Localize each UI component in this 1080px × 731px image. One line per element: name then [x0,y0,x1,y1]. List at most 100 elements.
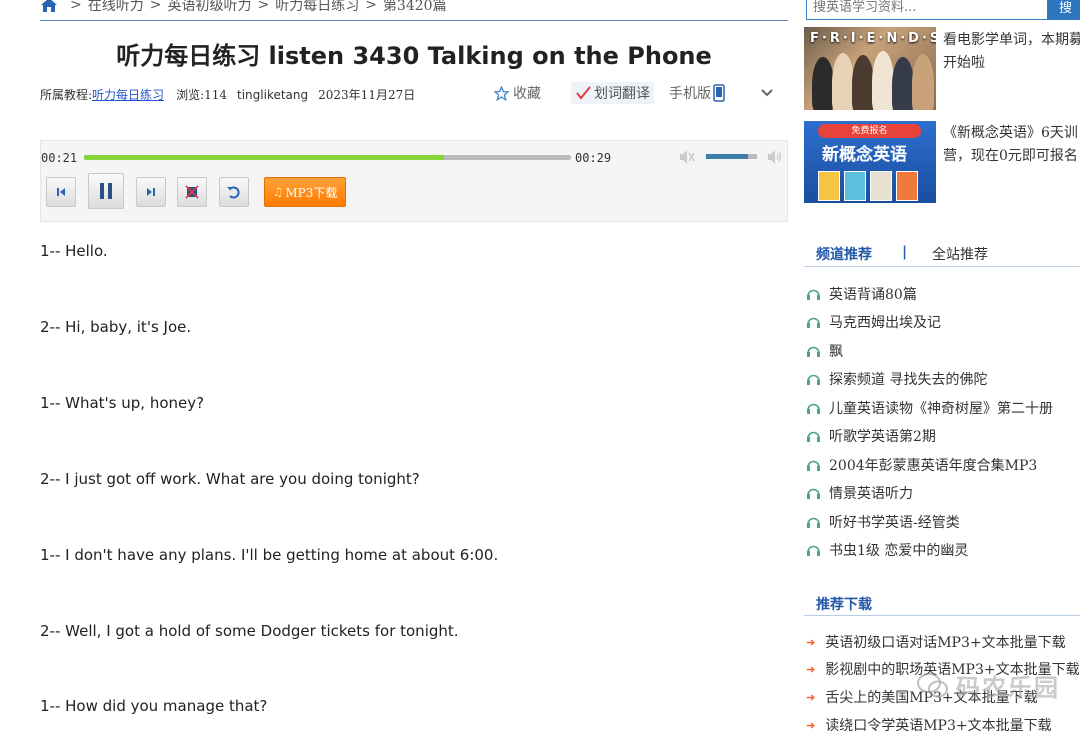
arrow-right-icon: ➜ [806,718,816,731]
current-time: 00:21 [41,151,78,165]
list-item-label: 探索频道 寻找失去的佛陀 [829,372,988,388]
progress-bar[interactable] [84,155,571,160]
ad-figure [912,54,934,110]
nce-ad-link[interactable]: 《新概念英语》6天训营，现在0元即可报名 [943,122,1080,168]
nce-ad-image[interactable]: 免费报名 新概念英语 [804,121,936,203]
headphones-icon [807,346,820,357]
headphones-icon [807,289,820,300]
list-item-label: 情景英语听力 [829,486,913,502]
search-input[interactable] [806,0,1047,20]
transcript-line: 2-- I just got off work. What are you do… [40,470,420,488]
breadcrumb-separator: > [149,0,162,13]
article-meta: 所属教程: 听力每日练习 浏览:114 tingliketang 2023年11… [40,86,425,103]
duration: 00:29 [575,151,612,165]
breadcrumb: > 在线听力 > 英语初级听力 > 听力每日练习 > 第3420篇 [40,0,447,16]
page-title: 听力每日练习 listen 3430 Talking on the Phone [116,42,712,70]
volume-max-icon[interactable] [766,148,784,166]
star-icon [494,85,509,101]
tab-divider: | [902,244,908,260]
friends-ad-image[interactable]: F·R·I·E·N·D·S [804,27,936,110]
mobile-version-link[interactable]: 手机版 [669,82,725,104]
recommend-tabs: 频道推荐 | 全站推荐 [804,242,1080,267]
list-item-label: 飘 [829,344,843,360]
tab-channel-recommend[interactable]: 频道推荐 [816,244,872,264]
breadcrumb-item-online-listening[interactable]: 在线听力 [88,0,144,15]
list-item-label: 马克西姆出埃及记 [829,315,941,331]
next-button[interactable] [136,177,166,207]
headphones-icon [807,517,820,528]
list-item[interactable]: 情景英语听力 [806,483,913,503]
category-link[interactable]: 听力每日练习 [92,86,164,103]
list-item[interactable]: 探索频道 寻找失去的佛陀 [806,369,987,389]
category-label: 所属教程: [40,88,93,102]
arrow-right-icon: ➜ [806,662,816,676]
list-item-label: 书虫1级 恋爱中的幽灵 [829,543,969,559]
favorite-label: 收藏 [513,86,541,102]
wechat-icon [917,672,948,697]
mp3-download-button[interactable]: ♫ MP3下载 [264,177,346,207]
chevron-down-icon [761,89,773,97]
list-item[interactable]: 书虫1级 恋爱中的幽灵 [806,540,968,560]
friends-ad-link[interactable]: 看电影学单词，本期募开始啦 [943,29,1080,75]
list-item[interactable]: 英语背诵80篇 [806,284,917,304]
repeat-icon [227,186,240,199]
repeat-button[interactable] [219,177,249,207]
transcript-line: 1-- How did you manage that? [40,697,268,715]
watermark: 码农乐园 [916,668,1060,703]
ad-figure [812,57,834,110]
list-item[interactable]: 飘 [806,341,843,361]
more-dropdown[interactable] [760,82,774,104]
list-item-label: 儿童英语读物《神奇树屋》第二十册 [829,401,1053,417]
breadcrumb-divider [40,20,788,21]
home-icon[interactable] [40,0,58,13]
search-button[interactable]: 搜 [1047,0,1080,20]
book-cover [896,171,918,201]
headphones-icon [807,403,820,414]
list-item[interactable]: 听歌学英语第2期 [806,426,936,446]
list-item-label: 英语初级口语对话MP3+文本批量下载 [825,635,1066,651]
book-cover [870,171,892,201]
mp3-download-label: MP3下载 [285,185,338,200]
headphones-icon [807,317,820,328]
list-item[interactable]: 2004年彭蒙惠英语年度合集MP3 [806,455,1037,475]
word-translate-toggle[interactable]: 划词翻译 [571,82,654,104]
arrow-right-icon: ➜ [806,635,816,649]
list-item-label: 听好书学英语-经管类 [829,515,960,531]
list-item[interactable]: 听好书学英语-经管类 [806,512,960,532]
volume-fill [706,154,748,159]
breadcrumb-separator: > [70,0,82,13]
pause-icon [100,183,112,199]
breadcrumb-separator: > [257,0,270,13]
publish-date: 2023年11月27日 [318,88,416,102]
breadcrumb-separator: > [365,0,377,13]
friends-logo-text: F·R·I·E·N·D·S [810,31,936,46]
list-item-label: 英语背诵80篇 [829,287,917,303]
author[interactable]: tingliketang [237,88,308,102]
tab-site-recommend[interactable]: 全站推荐 [932,244,988,264]
phone-icon [713,84,725,102]
previous-button[interactable] [46,177,76,207]
stop-button[interactable] [177,177,207,207]
download-section-header: 推荐下载 [804,592,1080,616]
list-item-label: 听歌学英语第2期 [829,429,936,445]
progress-fill [84,155,445,160]
breadcrumb-item-current: 第3420篇 [382,0,447,14]
list-item[interactable]: ➜ 英语初级口语对话MP3+文本批量下载 [806,632,1066,652]
list-item[interactable]: ➜ 读绕口令学英语MP3+文本批量下载 [806,715,1052,731]
skip-forward-icon [147,188,155,196]
pause-button[interactable] [88,173,124,209]
list-item[interactable]: 马克西姆出埃及记 [806,312,941,332]
view-count: 浏览:114 [176,88,228,102]
breadcrumb-item-daily-practice[interactable]: 听力每日练习 [275,0,359,15]
book-cover [844,171,866,201]
download-heading: 推荐下载 [816,597,872,613]
stop-icon [185,185,199,199]
favorite-button[interactable]: 收藏 [494,82,541,104]
breadcrumb-item-beginner-listening[interactable]: 英语初级听力 [167,0,251,15]
volume-slider[interactable] [706,154,757,159]
mute-icon[interactable] [678,148,696,166]
ad-figure [852,55,874,110]
transcript-line: 1-- Hello. [40,242,108,260]
list-item[interactable]: 儿童英语读物《神奇树屋》第二十册 [806,398,1053,418]
headphones-icon [807,460,820,471]
